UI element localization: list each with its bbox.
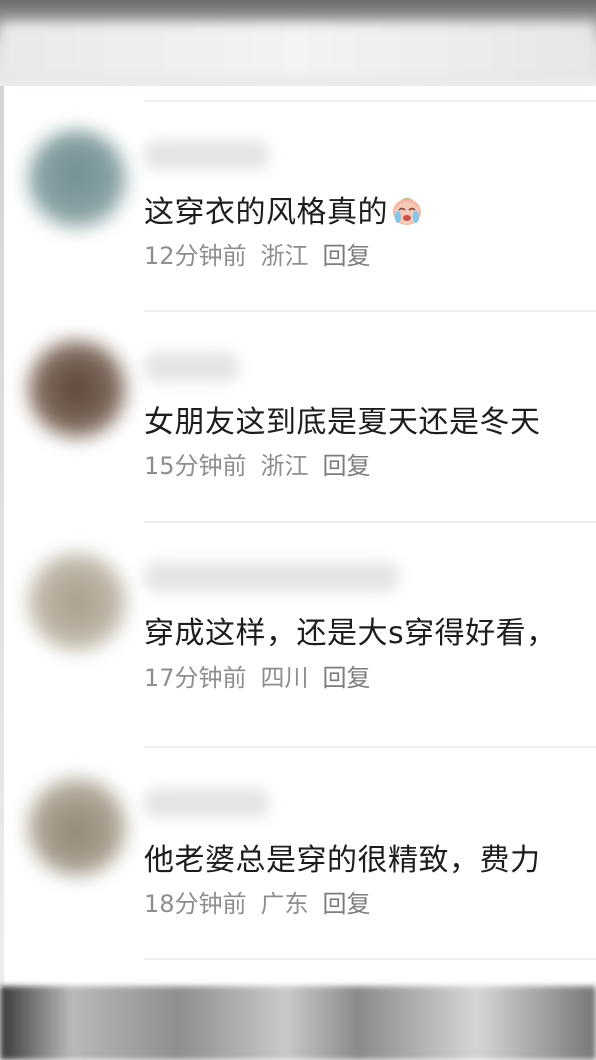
divider: [144, 746, 596, 748]
avatar[interactable]: [28, 130, 126, 228]
username[interactable]: [144, 562, 399, 592]
username[interactable]: [144, 788, 269, 818]
avatar[interactable]: [28, 553, 126, 651]
reply-button[interactable]: 回复: [323, 452, 371, 480]
left-edge: [0, 86, 4, 986]
comment-time: 17分钟前: [144, 664, 247, 692]
reply-button[interactable]: 回复: [323, 242, 371, 270]
reply-button[interactable]: 回复: [323, 890, 371, 918]
divider: [144, 958, 596, 960]
comment-text: 他老婆总是穿的很精致，费力: [144, 843, 541, 878]
username[interactable]: [144, 140, 269, 170]
comment-location: 浙江: [260, 452, 309, 480]
comment-screenshot: 这穿衣的风格真的 12分钟前 浙江 回复 女朋友这到底是夏天还是冬天 15分钟前 浙江…: [0, 0, 596, 1060]
avatar[interactable]: [28, 778, 126, 876]
comment-meta: 15分钟前 浙江 回复: [144, 451, 371, 481]
comment-meta: 17分钟前 四川 回复: [144, 663, 371, 693]
username[interactable]: [144, 352, 239, 382]
reply-button[interactable]: 回复: [323, 664, 371, 692]
blurred-footer: [0, 986, 596, 1060]
divider: [144, 310, 596, 312]
avatar[interactable]: [28, 340, 126, 438]
comment-text-content: 这穿衣的风格真的: [144, 195, 388, 230]
crying-face-emoji-icon: [393, 198, 421, 225]
blurred-header: [0, 0, 596, 86]
comment-meta: 18分钟前 广东 回复: [144, 889, 371, 919]
comment-text: 穿成这样，还是大s穿得好看，: [144, 616, 557, 651]
comment-time: 12分钟前: [144, 242, 247, 270]
comment-text: 这穿衣的风格真的: [144, 193, 596, 233]
comment-meta: 12分钟前 浙江 回复: [144, 241, 371, 271]
comment-location: 四川: [260, 664, 309, 692]
comment-time: 15分钟前: [144, 452, 247, 480]
comment-text: 女朋友这到底是夏天还是冬天: [144, 405, 541, 440]
divider: [144, 521, 596, 523]
comment-location: 浙江: [260, 242, 309, 270]
comment-location: 广东: [260, 890, 309, 918]
comment-time: 18分钟前: [144, 890, 247, 918]
divider: [144, 100, 596, 102]
